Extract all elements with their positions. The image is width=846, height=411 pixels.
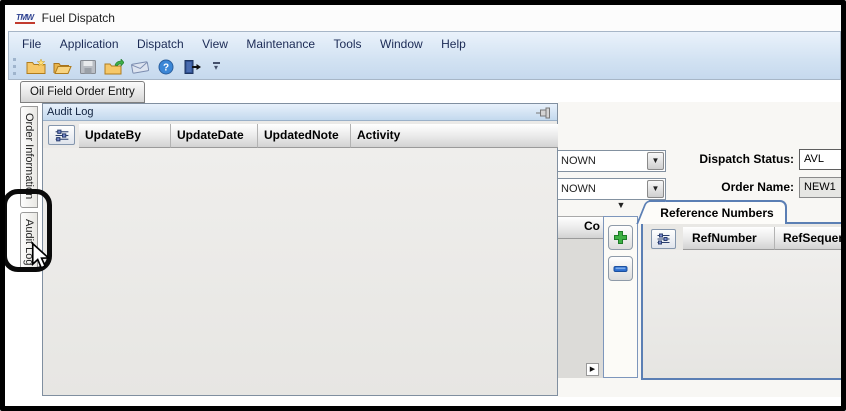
save-disk-icon [80,59,96,74]
combo-field-1[interactable]: NOWN ▼ [558,150,666,172]
pin-button[interactable] [536,107,552,124]
combo-field-2-value: NOWN [561,183,596,195]
column-filter-icon [55,129,68,141]
audit-panel-title: Audit Log [47,106,94,118]
reference-grid-body [643,250,842,378]
exit-button[interactable] [179,56,205,78]
mouse-cursor-icon [31,242,51,269]
window-title: Fuel Dispatch [41,11,115,25]
reference-numbers-panel: RefNumber RefSequence [641,222,842,380]
chevron-down-icon[interactable]: ▼ [647,180,664,198]
dispatch-status-label: Dispatch Status: [699,152,794,166]
open-button[interactable] [49,56,75,78]
audit-col-updateby[interactable]: UpdateBy [79,124,171,148]
audit-column-chooser-button[interactable] [48,125,75,145]
folder-import-icon [104,58,124,74]
toolbar-overflow-button[interactable]: ▾ [209,57,223,77]
remove-row-button[interactable] [608,256,633,281]
clipped-column-header[interactable]: Co [558,217,603,239]
menu-item-maintenance[interactable]: Maintenance [239,36,322,52]
menu-item-tools[interactable]: Tools [327,36,369,52]
save-button[interactable] [75,56,101,78]
order-name-label: Order Name: [721,180,794,194]
scroll-right-arrow[interactable]: ▶ [586,363,599,376]
combo-field-1-value: NOWN [561,155,596,167]
tab-oil-field-order-entry[interactable]: Oil Field Order Entry [20,81,145,103]
audit-col-updatedate[interactable]: UpdateDate [171,124,258,148]
menu-bar: File Application Dispatch View Maintenan… [9,32,840,54]
clipped-grid-fragment: Co ▶ [558,216,603,378]
add-row-button[interactable] [608,225,633,250]
order-name-field[interactable]: NEW1 [799,177,842,198]
audit-log-panel: Audit Log UpdateBy UpdateDate UpdatedNot… [42,103,558,396]
tab-reference-numbers[interactable]: Reference Numbers [649,200,787,224]
envelope-icon [131,60,150,74]
menu-item-view[interactable]: View [195,36,235,52]
menu-item-help[interactable]: Help [434,36,473,52]
exit-door-icon [184,59,201,74]
ref-col-refnumber[interactable]: RefNumber [683,227,775,250]
mail-button[interactable] [127,56,153,78]
combo-field-2[interactable]: NOWN ▼ [558,178,666,200]
column-filter-icon [657,233,670,245]
import-button[interactable] [101,56,127,78]
chevron-down-icon[interactable]: ▼ [647,152,664,170]
add-remove-button-column [603,216,638,378]
menu-toolbar-block: File Application Dispatch View Maintenan… [8,31,841,80]
ref-column-chooser-button[interactable] [651,229,676,249]
menu-item-dispatch[interactable]: Dispatch [130,36,191,52]
menu-item-file[interactable]: File [15,36,48,52]
new-folder-icon [26,58,46,74]
audit-grid-body [43,148,557,395]
dispatch-status-field[interactable]: AVL [799,149,842,170]
menu-item-application[interactable]: Application [53,36,126,52]
title-bar: TMW Fuel Dispatch [5,5,841,31]
new-button[interactable] [23,56,49,78]
audit-panel-titlebar: Audit Log [43,104,557,121]
toolbar-grip[interactable] [13,58,17,75]
help-button[interactable]: ? [153,56,179,78]
app-logo-icon: TMW [15,12,35,24]
open-folder-icon [53,62,72,74]
pin-icon [536,107,550,119]
dropdown-arrow-icon[interactable]: ▼ [612,200,630,214]
help-icon: ? [158,59,174,74]
toolbar: ? ▾ [9,54,840,79]
svg-text:?: ? [163,62,169,73]
application-window: TMW Fuel Dispatch File Application Dispa… [0,0,846,411]
ref-col-refsequence[interactable]: RefSequence [775,227,842,250]
menu-item-window[interactable]: Window [373,36,430,52]
plus-icon [614,231,627,244]
minus-icon [613,265,628,272]
audit-col-updatednote[interactable]: UpdatedNote [258,124,351,148]
audit-col-activity[interactable]: Activity [351,124,558,148]
